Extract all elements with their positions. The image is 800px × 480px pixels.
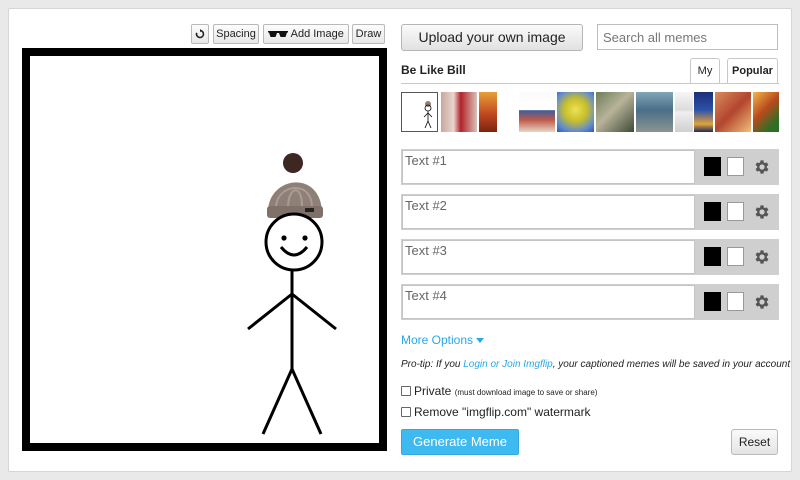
tab-divider xyxy=(401,83,779,84)
outline-color-black-swatch[interactable] xyxy=(704,202,721,221)
text-box-row xyxy=(401,284,779,320)
text-color-white-swatch[interactable] xyxy=(727,247,744,266)
more-options-link[interactable]: More Options xyxy=(401,333,485,347)
text-box-4-input[interactable] xyxy=(402,285,695,319)
thumbnail-meme-11[interactable] xyxy=(753,92,779,132)
search-memes-input[interactable] xyxy=(597,24,778,50)
meme-title: Be Like Bill xyxy=(401,63,466,77)
thumbnail-meme-10[interactable] xyxy=(715,92,751,132)
generate-meme-button[interactable]: Generate Meme xyxy=(401,429,519,455)
meme-image xyxy=(247,153,337,435)
more-options-label: More Options xyxy=(401,333,474,347)
reset-button[interactable]: Reset xyxy=(731,429,778,455)
pro-tip-prefix: Pro-tip: If you xyxy=(401,359,461,370)
private-label-text: Private xyxy=(414,384,452,398)
rotate-icon xyxy=(195,29,205,39)
thumbnail-be-like-bill[interactable] xyxy=(401,92,438,132)
tab-my[interactable]: My xyxy=(690,58,720,83)
tab-popular[interactable]: Popular xyxy=(727,58,778,83)
gear-icon[interactable] xyxy=(753,248,771,266)
text-box-3-input[interactable] xyxy=(402,240,695,274)
gear-icon[interactable] xyxy=(753,203,771,221)
pro-tip-text: Pro-tip: If you Login or Join Imgflip, y… xyxy=(401,359,790,370)
login-join-link[interactable]: Login or Join Imgflip xyxy=(463,359,553,370)
thumbnail-meme-2[interactable] xyxy=(441,92,477,132)
thumbnail-meme-4[interactable] xyxy=(519,92,555,132)
glasses-icon xyxy=(268,31,289,38)
meme-canvas[interactable] xyxy=(22,48,387,451)
add-image-label: Add Image xyxy=(290,28,344,40)
gear-icon[interactable] xyxy=(753,293,771,311)
gear-icon[interactable] xyxy=(753,158,771,176)
text-color-white-swatch[interactable] xyxy=(727,157,744,176)
private-checkbox[interactable] xyxy=(401,386,411,396)
text-box-1-input[interactable] xyxy=(402,150,695,184)
text-box-row xyxy=(401,239,779,275)
text-box-2-input[interactable] xyxy=(402,195,695,229)
text-box-row xyxy=(401,149,779,185)
draw-button[interactable]: Draw xyxy=(352,24,385,44)
bill-stick-figure xyxy=(247,153,337,435)
text-box-row xyxy=(401,194,779,230)
caret-down-icon xyxy=(476,338,485,343)
rotate-button[interactable] xyxy=(191,24,209,44)
spacing-button[interactable]: Spacing xyxy=(213,24,259,44)
private-note: (must download image to save or share) xyxy=(454,388,598,397)
meme-thumbnail-strip xyxy=(401,92,779,133)
private-label: Private (must download image to save or … xyxy=(414,384,597,398)
thumbnail-meme-3[interactable] xyxy=(479,92,497,132)
outline-color-black-swatch[interactable] xyxy=(704,247,721,266)
remove-watermark-checkbox[interactable] xyxy=(401,407,411,417)
outline-color-black-swatch[interactable] xyxy=(704,157,721,176)
thumbnail-meme-6[interactable] xyxy=(596,92,634,132)
text-color-white-swatch[interactable] xyxy=(727,202,744,221)
add-image-button[interactable]: Add Image xyxy=(263,24,349,44)
thumbnail-meme-7[interactable] xyxy=(636,92,673,132)
thumbnail-meme-5[interactable] xyxy=(557,92,594,132)
thumbnail-meme-9[interactable] xyxy=(694,92,713,132)
remove-watermark-label: Remove "imgflip.com" watermark xyxy=(414,405,591,419)
pro-tip-suffix: , your captioned memes will be saved in … xyxy=(552,359,791,370)
text-color-white-swatch[interactable] xyxy=(727,292,744,311)
outline-color-black-swatch[interactable] xyxy=(704,292,721,311)
upload-image-button[interactable]: Upload your own image xyxy=(401,24,583,51)
thumbnail-meme-8[interactable] xyxy=(675,92,693,132)
